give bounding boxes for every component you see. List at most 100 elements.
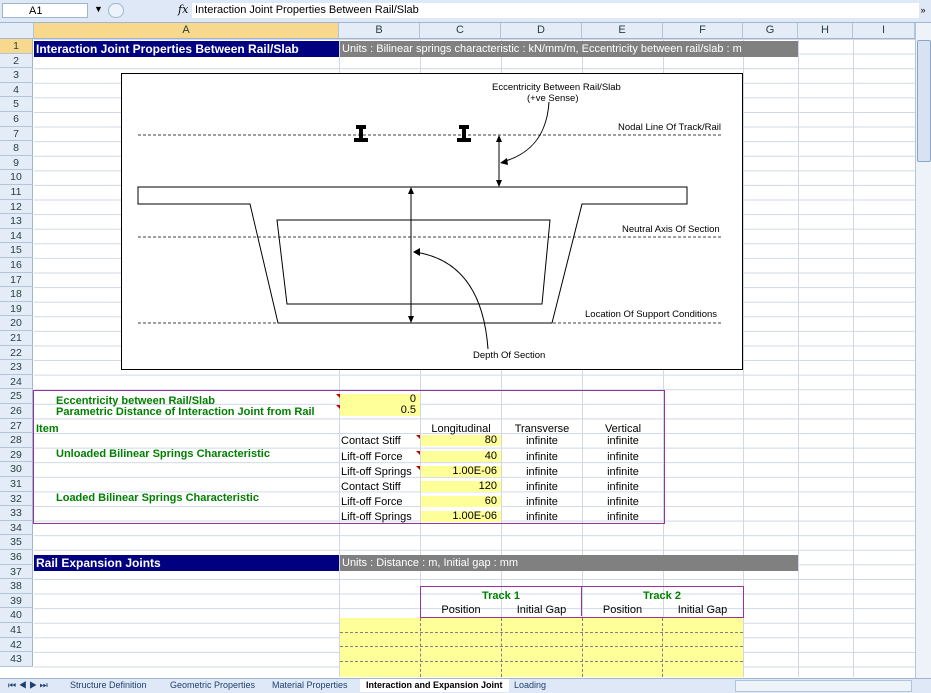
rail-icon — [457, 125, 471, 142]
row-header-20[interactable]: 20 — [0, 316, 33, 331]
row-header-14[interactable]: 14 — [0, 228, 33, 244]
row-header-2[interactable]: 2 — [0, 53, 33, 69]
rail-expansion-units[interactable]: Units : Distance : m, Initial gap : mm — [340, 555, 798, 571]
value-cell: infinite — [607, 481, 639, 493]
row-header-8[interactable]: 8 — [0, 141, 33, 156]
label-nodal-line: Nodal Line Of Track/Rail — [618, 122, 721, 133]
column-header-c[interactable]: C — [420, 23, 501, 38]
row-header-38[interactable]: 38 — [0, 579, 33, 594]
header-vertical: Vertical — [604, 423, 642, 435]
row-header-5[interactable]: 5 — [0, 97, 33, 112]
row-header-39[interactable]: 39 — [0, 593, 33, 609]
row-header-4[interactable]: 4 — [0, 82, 33, 98]
row-header-22[interactable]: 22 — [0, 345, 33, 361]
value-cell: infinite — [526, 481, 558, 493]
tab-material-properties[interactable]: Material Properties — [266, 679, 354, 692]
row-header-6[interactable]: 6 — [0, 112, 33, 127]
expansion-joint-input-area[interactable] — [340, 618, 743, 677]
row-header-30[interactable]: 30 — [0, 462, 33, 477]
row-header-12[interactable]: 12 — [0, 199, 33, 215]
diagram-drawing — [137, 101, 722, 350]
units-note[interactable]: Units : Bilinear springs characteristic … — [340, 41, 798, 57]
row-header-25[interactable]: 25 — [0, 389, 33, 404]
row-header-19[interactable]: 19 — [0, 301, 33, 317]
column-header-d[interactable]: D — [501, 23, 582, 38]
name-box[interactable]: A1 — [2, 3, 88, 18]
tab-loading[interactable]: Loading — [508, 679, 552, 692]
row-header-1[interactable]: 1 — [0, 39, 33, 54]
insert-function-icon[interactable]: fx — [178, 3, 188, 16]
column-header-h[interactable]: H — [798, 23, 853, 38]
tab-geometric-properties[interactable]: Geometric Properties — [164, 679, 261, 692]
value-cell: infinite — [526, 466, 558, 478]
row-header-41[interactable]: 41 — [0, 623, 33, 638]
row-header-37[interactable]: 37 — [0, 564, 33, 580]
row-header-35[interactable]: 35 — [0, 535, 33, 550]
row-header-36[interactable]: 36 — [0, 550, 33, 565]
select-all-corner[interactable] — [0, 23, 34, 38]
horizontal-scrollbar[interactable] — [735, 680, 912, 692]
formula-input[interactable]: Interaction Joint Properties Between Rai… — [192, 3, 919, 18]
scroll-thumb[interactable] — [917, 40, 931, 162]
row-header-28[interactable]: 28 — [0, 433, 33, 448]
row-header-40[interactable]: 40 — [0, 608, 33, 623]
loaded-contact-stiff-input[interactable]: 120 — [421, 481, 501, 492]
prop-label: Lift-off Springs — [341, 511, 412, 523]
unloaded-contact-stiff-input[interactable]: 80 — [421, 435, 501, 446]
prop-label: Lift-off Force — [341, 496, 403, 508]
row-header-31[interactable]: 31 — [0, 477, 33, 492]
unloaded-liftoff-springs-input[interactable]: 1.00E-06 — [421, 466, 501, 477]
row-header-15[interactable]: 15 — [0, 243, 33, 258]
prop-label: Lift-off Force — [341, 451, 403, 463]
row-header-10[interactable]: 10 — [0, 170, 33, 185]
value-cell: infinite — [526, 451, 558, 463]
row-header-26[interactable]: 26 — [0, 404, 33, 419]
row-header-11[interactable]: 11 — [0, 185, 33, 200]
column-header-i[interactable]: I — [853, 23, 915, 38]
row-header-42[interactable]: 42 — [0, 637, 33, 653]
column-header-g[interactable]: G — [743, 23, 798, 38]
section-title[interactable]: Interaction Joint Properties Between Rai… — [34, 41, 339, 57]
column-header-e[interactable]: E — [582, 23, 663, 38]
row-header-23[interactable]: 23 — [0, 360, 33, 375]
value-cell: infinite — [526, 496, 558, 508]
label-eccentricity: Eccentricity Between Rail/Slab — [492, 82, 621, 93]
tab-interaction-and-expansion-joint[interactable]: Interaction and Expansion Joint — [360, 679, 509, 692]
dist-value-input[interactable]: 0.5 — [340, 405, 420, 416]
row-header-43[interactable]: 43 — [0, 652, 33, 667]
expand-formula-icon[interactable]: » — [917, 3, 929, 18]
row-header-17[interactable]: 17 — [0, 272, 33, 288]
cross-section-diagram[interactable]: Eccentricity Between Rail/Slab (+ve Sens… — [121, 73, 743, 370]
prop-label: Contact Stiff — [341, 481, 401, 493]
loaded-liftoff-springs-input[interactable]: 1.00E-06 — [421, 511, 501, 522]
row-header-34[interactable]: 34 — [0, 520, 33, 536]
track1-position-header: Position — [441, 604, 481, 616]
row-header-3[interactable]: 3 — [0, 68, 33, 83]
row-header-29[interactable]: 29 — [0, 447, 33, 463]
column-header-b[interactable]: B — [339, 23, 420, 38]
label-eccentricity-sense: (+ve Sense) — [527, 93, 579, 104]
unloaded-liftoff-force-input[interactable]: 40 — [421, 451, 501, 462]
tab-structure-definition[interactable]: Structure Definition — [64, 679, 153, 692]
rail-expansion-title[interactable]: Rail Expansion Joints — [34, 555, 339, 571]
row-header-33[interactable]: 33 — [0, 506, 33, 521]
loaded-liftoff-force-input[interactable]: 60 — [421, 496, 501, 507]
row-header-24[interactable]: 24 — [0, 374, 33, 390]
column-header-f[interactable]: F — [663, 23, 743, 38]
row-header-32[interactable]: 32 — [0, 491, 33, 507]
item-header: Item — [36, 423, 59, 435]
row-header-18[interactable]: 18 — [0, 287, 33, 302]
value-cell: infinite — [607, 496, 639, 508]
row-header-21[interactable]: 21 — [0, 331, 33, 346]
row-header-9[interactable]: 9 — [0, 155, 33, 171]
column-headers: A B C D E F G H I — [0, 23, 915, 39]
dist-label: Parametric Distance of Interaction Joint… — [56, 406, 315, 418]
row-header-27[interactable]: 27 — [0, 418, 33, 434]
tab-nav-arrows-icon[interactable]: ⏮ ◀ ▶ ⏭ — [2, 679, 54, 692]
column-header-a[interactable]: A — [34, 23, 339, 38]
row-header-13[interactable]: 13 — [0, 214, 33, 229]
chevron-down-icon[interactable]: ▼ — [94, 4, 103, 14]
row-header-16[interactable]: 16 — [0, 258, 33, 273]
row-header-7[interactable]: 7 — [0, 126, 33, 142]
value-cell: infinite — [526, 435, 558, 447]
